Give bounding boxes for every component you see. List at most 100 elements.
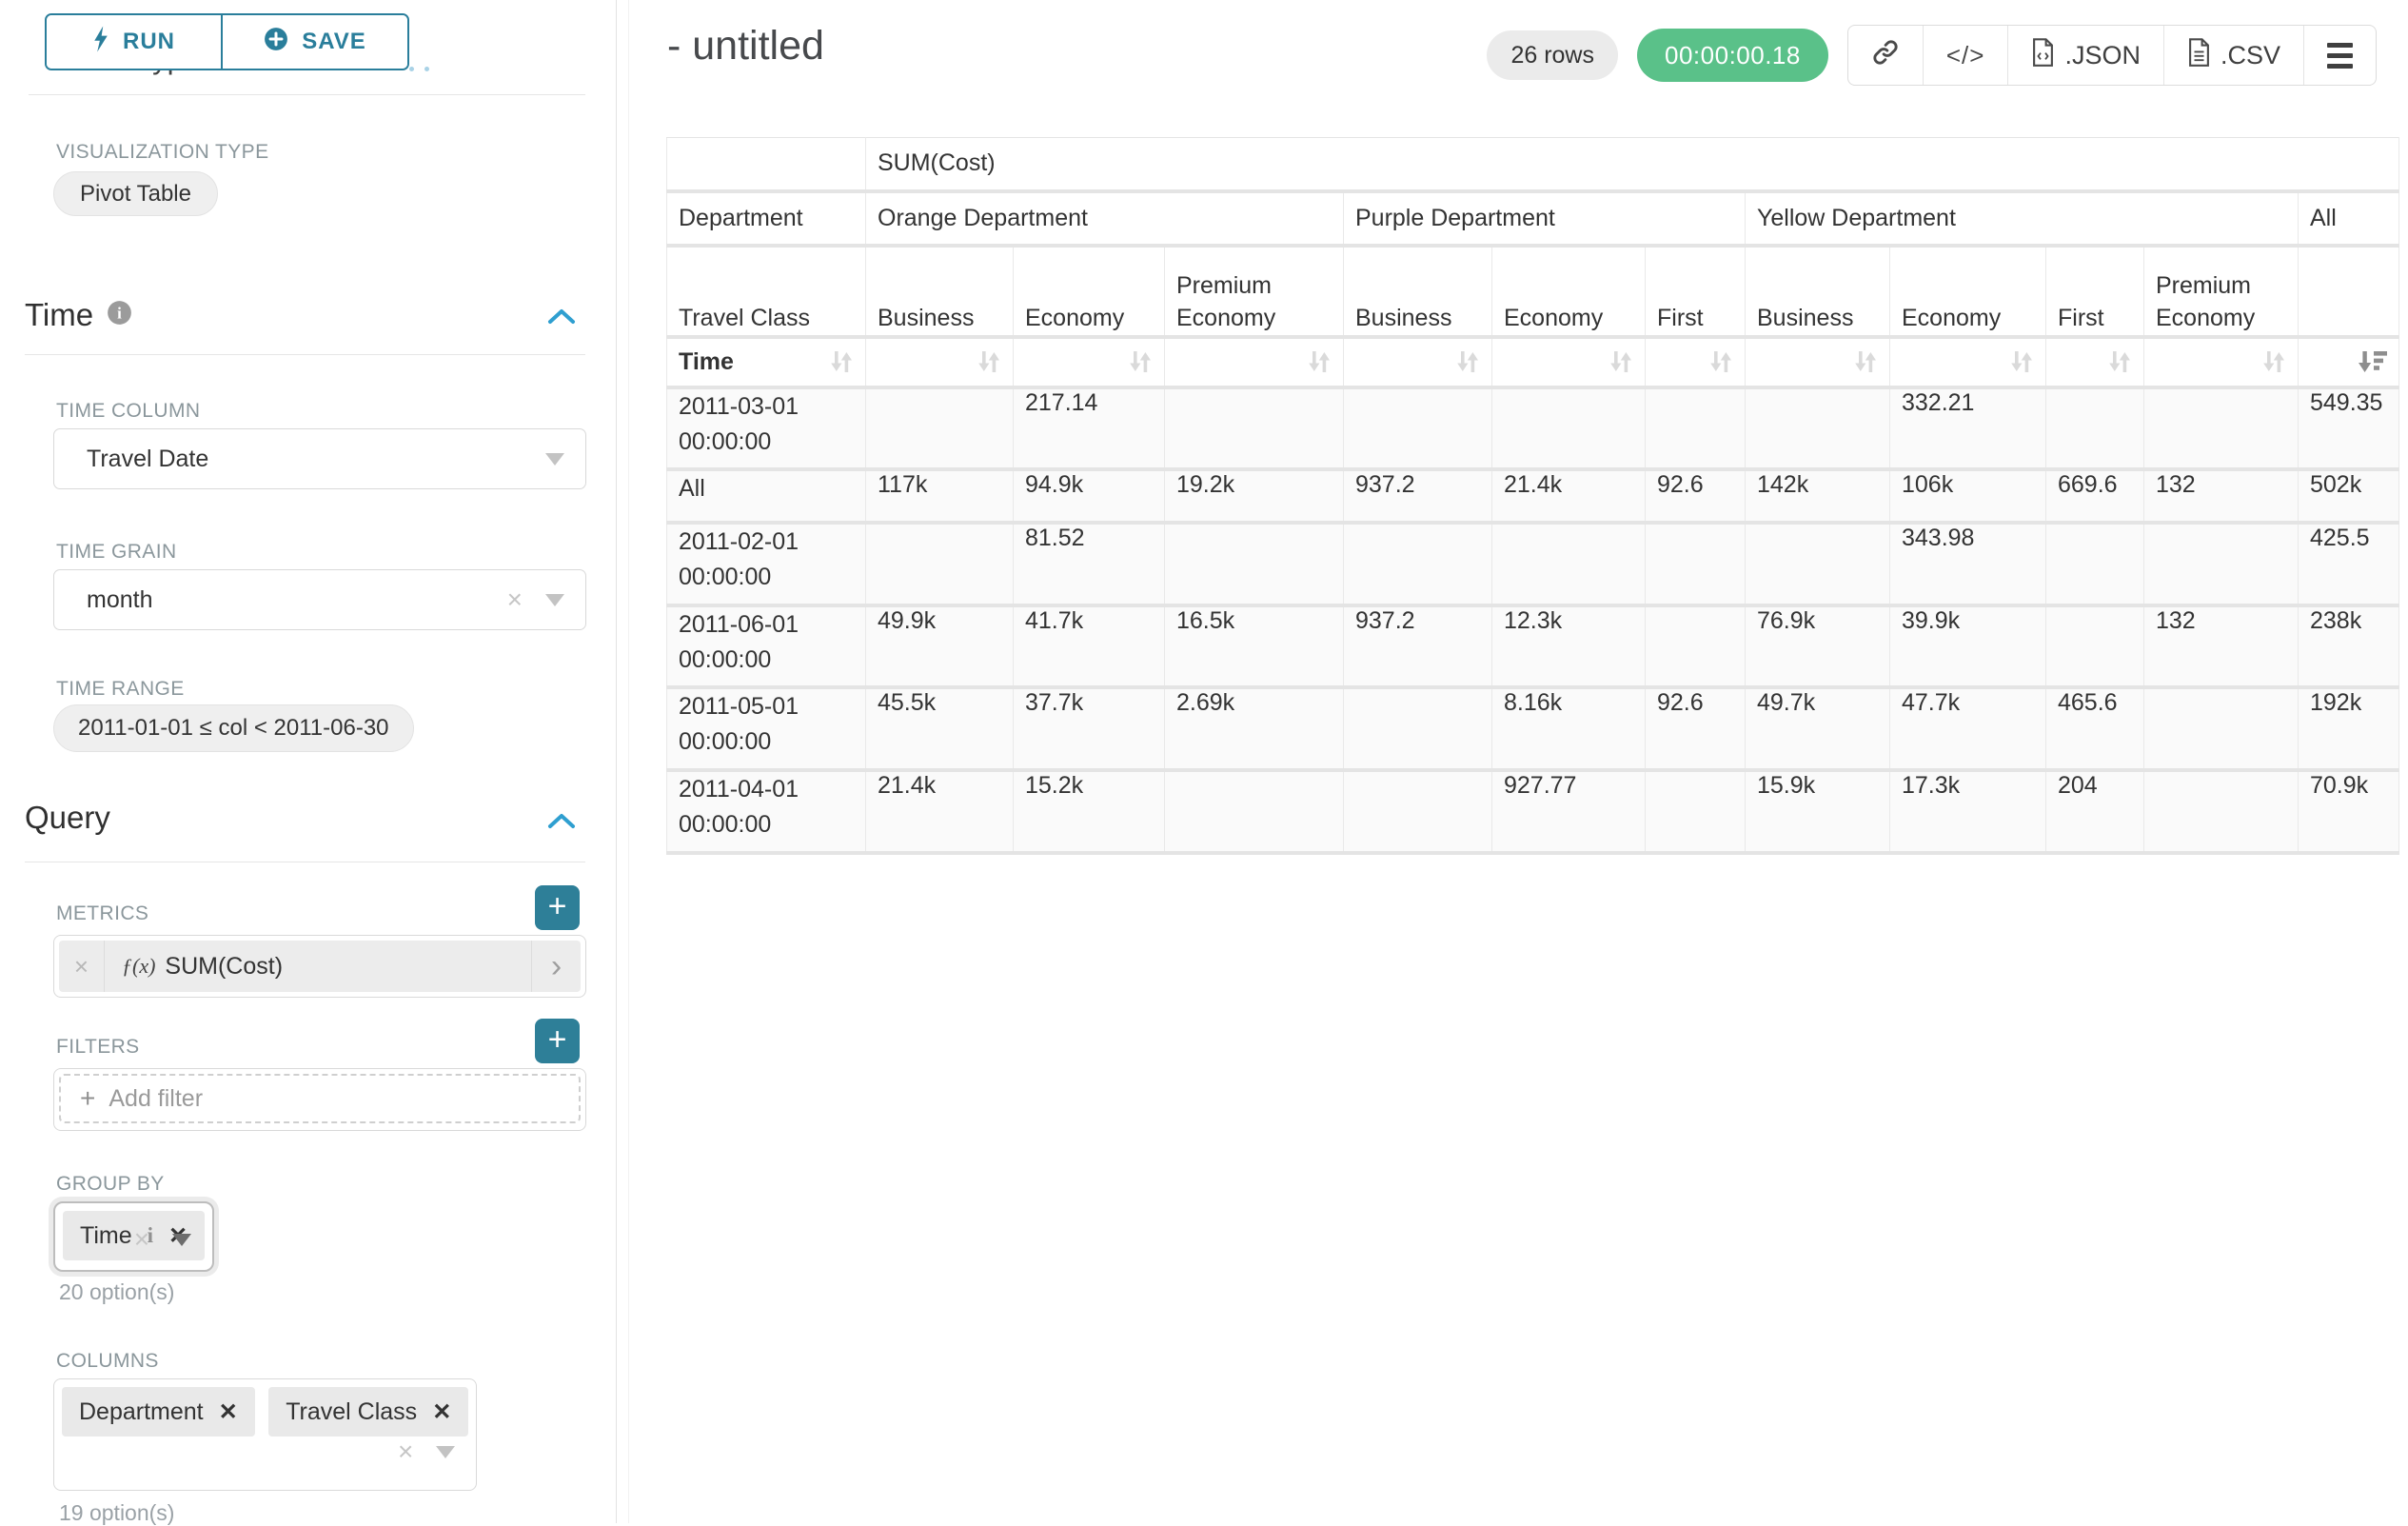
- tag-label: Department: [79, 1398, 204, 1426]
- data-cell: 41.7k: [1014, 605, 1165, 687]
- caret-down-icon[interactable]: [436, 1446, 455, 1458]
- data-cell: 937.2: [1344, 605, 1492, 687]
- data-cell: 49.7k: [1746, 687, 1890, 770]
- run-button[interactable]: RUN: [47, 15, 223, 69]
- sort-icon: [827, 348, 856, 375]
- columns-label: COLUMNS: [56, 1350, 159, 1373]
- add-filter-dropzone[interactable]: + Add filter: [59, 1074, 581, 1123]
- time-column-value: Travel Date: [87, 446, 208, 473]
- data-cell: 21.4k: [1492, 469, 1646, 523]
- column-sort-header[interactable]: [1646, 337, 1746, 387]
- columns-tag-department[interactable]: Department ✕: [62, 1387, 255, 1437]
- divider: [25, 354, 585, 355]
- tag-label: Time: [80, 1222, 132, 1250]
- caret-down-icon[interactable]: [172, 1234, 191, 1246]
- fx-icon: ƒ(x): [122, 954, 155, 979]
- time-column-label: TIME COLUMN: [56, 400, 200, 423]
- time-grain-label: TIME GRAIN: [56, 541, 177, 564]
- column-header: Premium Economy: [1165, 246, 1344, 337]
- data-cell: 70.9k: [2299, 770, 2399, 853]
- column-sort-header[interactable]: [1492, 337, 1646, 387]
- data-cell: 47.7k: [1890, 687, 2046, 770]
- time-column-select[interactable]: Travel Date: [53, 428, 586, 489]
- data-cell: 39.9k: [1890, 605, 2046, 687]
- sort-icon: [1707, 348, 1735, 375]
- data-cell: 15.9k: [1746, 770, 1890, 853]
- column-sort-header[interactable]: [1890, 337, 2046, 387]
- data-cell: [2144, 770, 2299, 853]
- time-sort-header[interactable]: Time: [667, 337, 866, 387]
- export-csv-label: .CSV: [2220, 41, 2280, 70]
- data-cell: 937.2: [1344, 469, 1492, 523]
- metrics-label: METRICS: [56, 902, 148, 925]
- collapse-time-section-icon[interactable]: [547, 307, 576, 326]
- more-menu-button[interactable]: [2303, 26, 2376, 85]
- column-header: Premium Economy: [2144, 246, 2299, 337]
- data-cell: [1344, 523, 1492, 605]
- metric-pill[interactable]: × ƒ(x) SUM(Cost) ›: [59, 941, 581, 992]
- copy-link-button[interactable]: [1848, 26, 1923, 85]
- clear-icon[interactable]: ×: [398, 1438, 413, 1465]
- data-cell: [866, 387, 1014, 469]
- column-sort-header[interactable]: [866, 337, 1014, 387]
- metric-name: SUM(Cost): [165, 953, 283, 981]
- visualization-type-pill[interactable]: Pivot Table: [53, 171, 218, 216]
- data-cell: [1746, 523, 1890, 605]
- clear-icon[interactable]: ×: [507, 586, 523, 613]
- time-grain-value: month: [87, 586, 152, 614]
- column-sort-header[interactable]: [2046, 337, 2144, 387]
- add-filter-button[interactable]: +: [535, 1019, 580, 1063]
- column-sort-header[interactable]: [1344, 337, 1492, 387]
- data-cell: 8.16k: [1492, 687, 1646, 770]
- chevron-right-icon[interactable]: ›: [531, 941, 581, 992]
- column-sort-header[interactable]: [1014, 337, 1165, 387]
- group-by-label: GROUP BY: [56, 1173, 165, 1196]
- embed-code-button[interactable]: </>: [1923, 26, 2008, 85]
- data-cell: 332.21: [1890, 387, 2046, 469]
- metric-header: SUM(Cost): [866, 138, 2399, 191]
- clear-icon[interactable]: ×: [134, 1226, 149, 1253]
- time-grain-select[interactable]: month ×: [53, 569, 586, 630]
- time-range-pill[interactable]: 2011-01-01 ≤ col < 2011-06-30: [53, 704, 414, 752]
- row-label: 2011-05-0100:00:00: [667, 687, 866, 770]
- data-cell: [1165, 387, 1344, 469]
- export-json-button[interactable]: .JSON: [2007, 26, 2163, 85]
- group-by-select[interactable]: Time i ✕ ×: [53, 1201, 214, 1272]
- row-label: 2011-04-0100:00:00: [667, 770, 866, 853]
- caret-down-icon[interactable]: [545, 594, 564, 606]
- add-metric-button[interactable]: +: [535, 885, 580, 930]
- chart-panel: - untitled 26 rows 00:00:00.18 </> .JSON: [628, 0, 2408, 1523]
- data-cell: 37.7k: [1014, 687, 1165, 770]
- sort-icon: [1305, 348, 1333, 375]
- data-cell: 502k: [2299, 469, 2399, 523]
- remove-tag-icon[interactable]: ✕: [432, 1398, 451, 1426]
- data-cell: [866, 523, 1014, 605]
- data-cell: [2046, 387, 2144, 469]
- caret-down-icon[interactable]: [545, 453, 564, 466]
- sort-icon: [2007, 348, 2036, 375]
- data-cell: [1646, 605, 1746, 687]
- remove-tag-icon[interactable]: ✕: [219, 1398, 238, 1426]
- code-icon: </>: [1946, 41, 1985, 70]
- save-button[interactable]: SAVE: [223, 15, 407, 69]
- sort-icon: [1851, 348, 1880, 375]
- column-sort-header[interactable]: [1746, 337, 1890, 387]
- columns-select[interactable]: Department ✕ Travel Class ✕ ×: [53, 1378, 477, 1491]
- column-sort-header[interactable]: [2299, 337, 2399, 387]
- columns-tag-travel-class[interactable]: Travel Class ✕: [268, 1387, 468, 1437]
- filters-label: FILTERS: [56, 1036, 140, 1059]
- data-cell: 12.3k: [1492, 605, 1646, 687]
- column-sort-header[interactable]: [2144, 337, 2299, 387]
- collapse-query-section-icon[interactable]: [547, 811, 576, 830]
- column-sort-header[interactable]: [1165, 337, 1344, 387]
- row-label: 2011-03-0100:00:00: [667, 387, 866, 469]
- column-header: First: [2046, 246, 2144, 337]
- chart-title[interactable]: - untitled: [667, 23, 824, 69]
- data-cell: [2144, 523, 2299, 605]
- plus-icon: +: [80, 1083, 95, 1114]
- export-csv-button[interactable]: .CSV: [2163, 26, 2303, 85]
- remove-metric-icon[interactable]: ×: [59, 941, 105, 992]
- result-controls: 26 rows 00:00:00.18 </> .JSON .: [1487, 25, 2377, 86]
- info-icon: i: [107, 297, 132, 333]
- sort-icon: [1607, 348, 1635, 375]
